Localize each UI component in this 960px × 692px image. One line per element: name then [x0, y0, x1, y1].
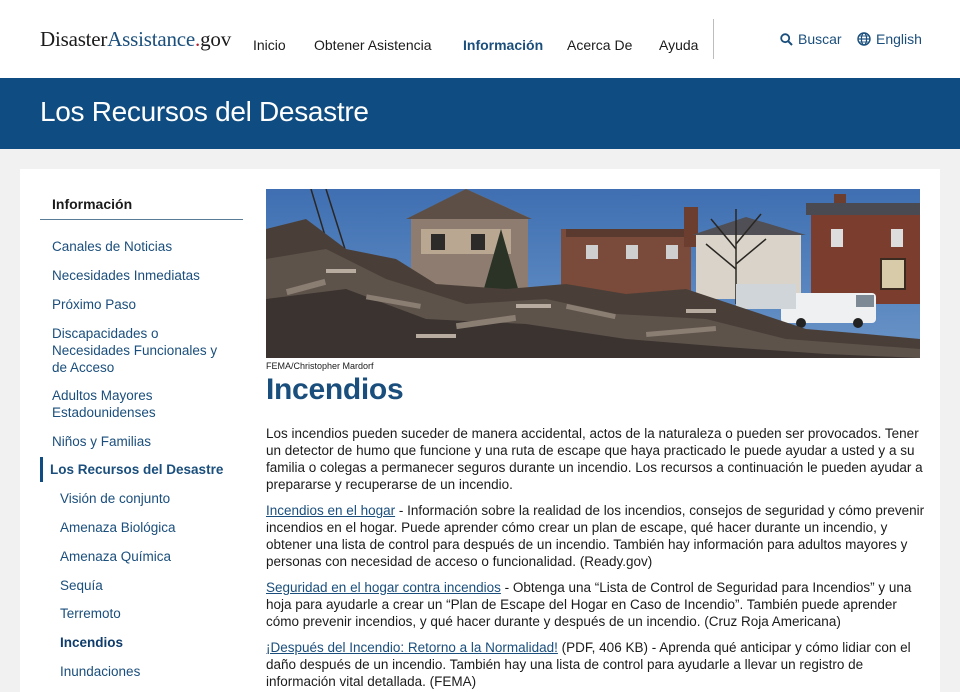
intro-paragraph: Los incendios pueden suceder de manera a… [266, 426, 923, 492]
sidebar-subitem-vision-de-conjunto[interactable]: Visión de conjunto [60, 490, 245, 507]
hero-image-fire-damage [266, 189, 920, 358]
sidebar-subitem-inundaciones[interactable]: Inundaciones [60, 663, 245, 680]
sidebar-item-canales-de-noticias[interactable]: Canales de Noticias [52, 238, 237, 255]
site-logo[interactable]: DisasterAssistance.gov [40, 27, 231, 52]
nav-informacion[interactable]: Información [463, 37, 543, 53]
sidebar-item-discapacidades[interactable]: Discapacidades o Necesidades Funcionales… [52, 325, 230, 376]
search-label: Buscar [798, 31, 842, 47]
resource-link-incendios-en-el-hogar[interactable]: Incendios en el hogar [266, 503, 395, 518]
sidebar-item-ninos-y-familias[interactable]: Niños y Familias [52, 433, 237, 450]
current-section-indicator [40, 457, 43, 482]
language-toggle[interactable]: English [857, 31, 922, 47]
site-header: DisasterAssistance.gov Inicio Obtener As… [0, 0, 960, 78]
sidebar-item-proximo-paso[interactable]: Próximo Paso [52, 296, 237, 313]
sidebar-subitem-amenaza-quimica[interactable]: Amenaza Química [60, 548, 245, 565]
nav-divider [713, 19, 714, 59]
page-banner: Los Recursos del Desastre [0, 78, 960, 149]
nav-inicio[interactable]: Inicio [253, 37, 286, 53]
nav-obtener-asistencia[interactable]: Obtener Asistencia [314, 37, 432, 53]
language-label: English [876, 31, 922, 47]
sidebar-subitem-incendios[interactable]: Incendios [60, 634, 245, 651]
logo-text-disaster: Disaster [40, 27, 108, 51]
resource-link-despues-del-incendio[interactable]: ¡Después del Incendio: Retorno a la Norm… [266, 640, 558, 655]
resource-item: Seguridad en el hogar contra incendios -… [266, 579, 926, 630]
resource-item: Incendios en el hogar - Información sobr… [266, 502, 926, 570]
sidebar-divider [40, 219, 243, 220]
nav-acerca-de[interactable]: Acerca De [567, 37, 632, 53]
resource-item: ¡Después del Incendio: Retorno a la Norm… [266, 639, 926, 690]
sidebar-heading: Información [52, 196, 133, 212]
sidebar-item-adultos-mayores[interactable]: Adultos Mayores Estadounidenses [52, 387, 202, 421]
logo-text-assistance: Assistance [107, 27, 196, 51]
sidebar-subitem-amenaza-biologica[interactable]: Amenaza Biológica [60, 519, 245, 536]
sidebar-item-necesidades-inmediatas[interactable]: Necesidades Inmediatas [52, 267, 237, 284]
sidebar-item-los-recursos-del-desastre[interactable]: Los Recursos del Desastre [50, 461, 245, 478]
globe-icon [857, 32, 871, 46]
sidebar-subitem-terremoto[interactable]: Terremoto [60, 605, 245, 622]
resource-link-seguridad-en-el-hogar[interactable]: Seguridad en el hogar contra incendios [266, 580, 501, 595]
search-button[interactable]: Buscar [780, 31, 842, 47]
banner-title: Los Recursos del Desastre [40, 96, 369, 127]
page-title: Incendios [266, 373, 404, 406]
nav-ayuda[interactable]: Ayuda [659, 37, 698, 53]
sidebar-subitem-sequia[interactable]: Sequía [60, 577, 245, 594]
image-credit: FEMA/Christopher Mardorf [266, 361, 374, 371]
logo-text-gov: gov [200, 27, 232, 51]
search-icon [780, 32, 793, 46]
